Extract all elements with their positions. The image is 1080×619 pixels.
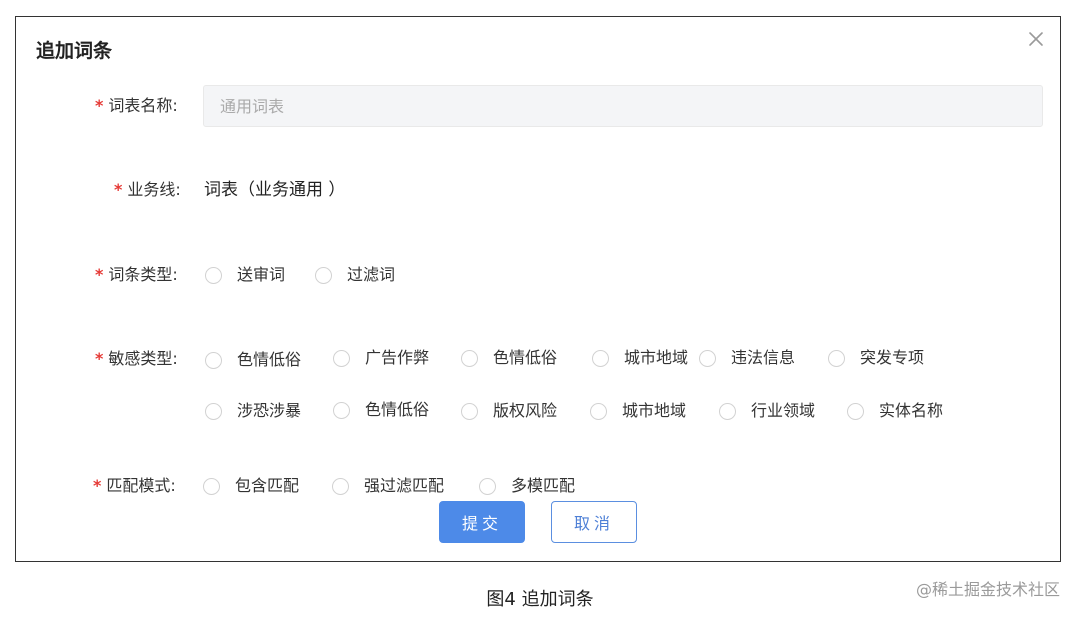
screenshot-stage: 追加词条 *词表名称: *业务线: 词表（业务通用 ） *词条类型: 送审词 过… — [0, 0, 1080, 619]
close-button[interactable] — [1026, 29, 1046, 49]
match-mode-radio-strong-filter[interactable]: 强过滤匹配 — [332, 475, 444, 497]
business-line-label-text: 业务线: — [127, 180, 181, 199]
radio-label: 行业领域 — [751, 401, 816, 420]
radio-label: 违法信息 — [731, 348, 796, 367]
radio-label: 色情低俗 — [493, 348, 558, 367]
radio-circle[interactable] — [847, 402, 864, 420]
sensitive-type-radio[interactable]: 突发专项 — [828, 347, 924, 369]
match-mode-label-text: 匹配模式: — [106, 476, 176, 495]
radio-circle[interactable] — [479, 477, 496, 495]
entry-type-radio-review[interactable]: 送审词 — [205, 264, 285, 286]
radio-label: 突发专项 — [860, 348, 925, 367]
radio-label: 色情低俗 — [237, 350, 302, 369]
radio-label: 实体名称 — [879, 401, 944, 420]
submit-button[interactable]: 提交 — [439, 501, 525, 543]
source-watermark: @稀土掘金技术社区 — [915, 580, 1060, 599]
radio-label: 城市地域 — [624, 348, 689, 367]
radio-circle[interactable] — [205, 402, 222, 420]
sensitive-type-radio[interactable]: 色情低俗 — [333, 399, 429, 421]
sensitive-type-label-text: 敏感类型: — [108, 349, 178, 368]
match-mode-radio-multi-pattern[interactable]: 多模匹配 — [479, 475, 575, 497]
sensitive-type-radio[interactable]: 城市地域 — [590, 400, 686, 422]
entry-type-label-text: 词条类型: — [108, 265, 178, 284]
required-mark: * — [95, 265, 104, 284]
sensitive-type-radio[interactable]: 涉恐涉暴 — [205, 400, 301, 422]
radio-circle[interactable] — [333, 401, 350, 419]
sensitive-type-radio[interactable]: 色情低俗 — [461, 347, 557, 369]
required-mark: * — [93, 476, 102, 495]
radio-label: 过滤词 — [347, 265, 396, 284]
radio-circle[interactable] — [719, 402, 736, 420]
add-entry-dialog: 追加词条 *词表名称: *业务线: 词表（业务通用 ） *词条类型: 送审词 过… — [15, 16, 1061, 562]
match-mode-label: * 匹配模式: — [93, 475, 176, 497]
radio-circle[interactable] — [203, 477, 220, 495]
radio-circle[interactable] — [699, 349, 716, 367]
required-mark: * — [95, 349, 104, 368]
match-mode-radio-contains[interactable]: 包含匹配 — [203, 475, 299, 497]
radio-circle[interactable] — [592, 349, 609, 367]
sensitive-type-radio[interactable]: 行业领域 — [719, 400, 815, 422]
sensitive-type-radio[interactable]: 实体名称 — [847, 400, 943, 422]
radio-circle[interactable] — [590, 402, 607, 420]
table-name-input[interactable] — [203, 85, 1043, 127]
sensitive-type-radio[interactable]: 版权风险 — [461, 400, 557, 422]
radio-circle[interactable] — [461, 349, 478, 367]
sensitive-type-radio[interactable]: 违法信息 — [699, 347, 795, 369]
cancel-button[interactable]: 取消 — [551, 501, 637, 543]
radio-label: 广告作弊 — [365, 348, 430, 367]
radio-label: 城市地域 — [622, 401, 687, 420]
table-name-label: * 词表名称: — [95, 95, 178, 117]
required-mark: * — [95, 96, 104, 115]
radio-label: 强过滤匹配 — [364, 476, 445, 495]
radio-label: 版权风险 — [493, 401, 558, 420]
sensitive-type-radio[interactable]: 色情低俗 — [205, 349, 301, 371]
radio-label: 包含匹配 — [235, 476, 300, 495]
business-line-label: * 业务线: — [114, 179, 181, 201]
radio-circle[interactable] — [461, 402, 478, 420]
radio-label: 色情低俗 — [365, 400, 430, 419]
radio-label: 涉恐涉暴 — [237, 401, 302, 420]
entry-type-label: * 词条类型: — [95, 264, 178, 286]
sensitive-type-radio[interactable]: 城市地域 — [592, 347, 688, 369]
radio-label: 多模匹配 — [511, 476, 576, 495]
sensitive-type-radio[interactable]: 广告作弊 — [333, 347, 429, 369]
radio-circle[interactable] — [333, 349, 350, 367]
entry-type-radio-filter[interactable]: 过滤词 — [315, 264, 395, 286]
table-name-label-text: 词表名称: — [108, 96, 178, 115]
radio-circle[interactable] — [205, 351, 222, 369]
required-mark: * — [114, 180, 123, 199]
radio-label: 送审词 — [237, 265, 286, 284]
dialog-title: 追加词条 — [36, 40, 113, 62]
radio-circle[interactable] — [205, 266, 222, 284]
sensitive-type-label: * 敏感类型: — [95, 348, 178, 370]
business-line-value: 词表（业务通用 ） — [204, 180, 346, 200]
close-x-icon — [1029, 32, 1043, 46]
radio-circle[interactable] — [315, 266, 332, 284]
radio-circle[interactable] — [332, 477, 349, 495]
radio-circle[interactable] — [828, 349, 845, 367]
